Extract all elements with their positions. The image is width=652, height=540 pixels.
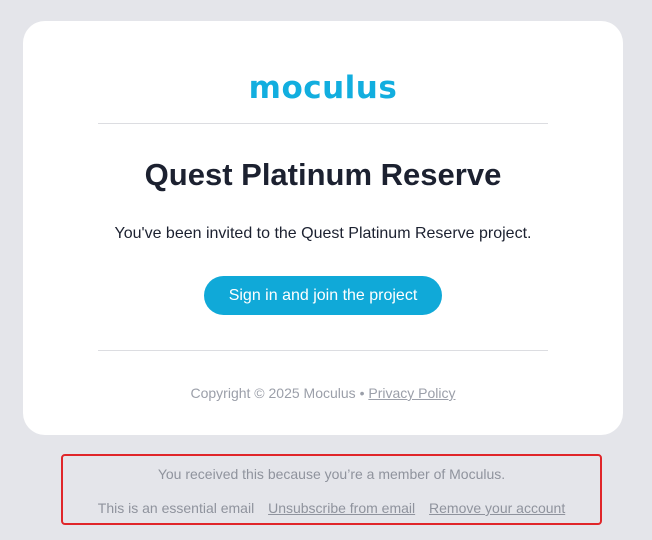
footer-links-row: This is an essential email Unsubscribe f… (63, 499, 600, 517)
privacy-policy-link[interactable]: Privacy Policy (368, 385, 455, 401)
moculus-logo: moculus (248, 70, 398, 106)
copyright-text: Copyright © 2025 Moculus • (190, 385, 365, 401)
copyright-line: Copyright © 2025 Moculus • Privacy Polic… (23, 384, 623, 402)
top-divider (98, 123, 548, 124)
bottom-divider (98, 350, 548, 351)
email-title: Quest Platinum Reserve (144, 157, 502, 192)
email-card: moculus Quest Platinum Reserve You've be… (23, 21, 623, 435)
sign-in-join-button[interactable]: Sign in and join the project (204, 276, 442, 315)
email-footer: You received this because you’re a membe… (61, 454, 602, 525)
essential-email-text: This is an essential email (97, 500, 255, 516)
footer-reason-text: You received this because you’re a membe… (157, 466, 506, 482)
unsubscribe-link[interactable]: Unsubscribe from email (268, 500, 415, 516)
invite-message: You've been invited to the Quest Platinu… (114, 225, 532, 242)
remove-account-link[interactable]: Remove your account (429, 500, 565, 516)
